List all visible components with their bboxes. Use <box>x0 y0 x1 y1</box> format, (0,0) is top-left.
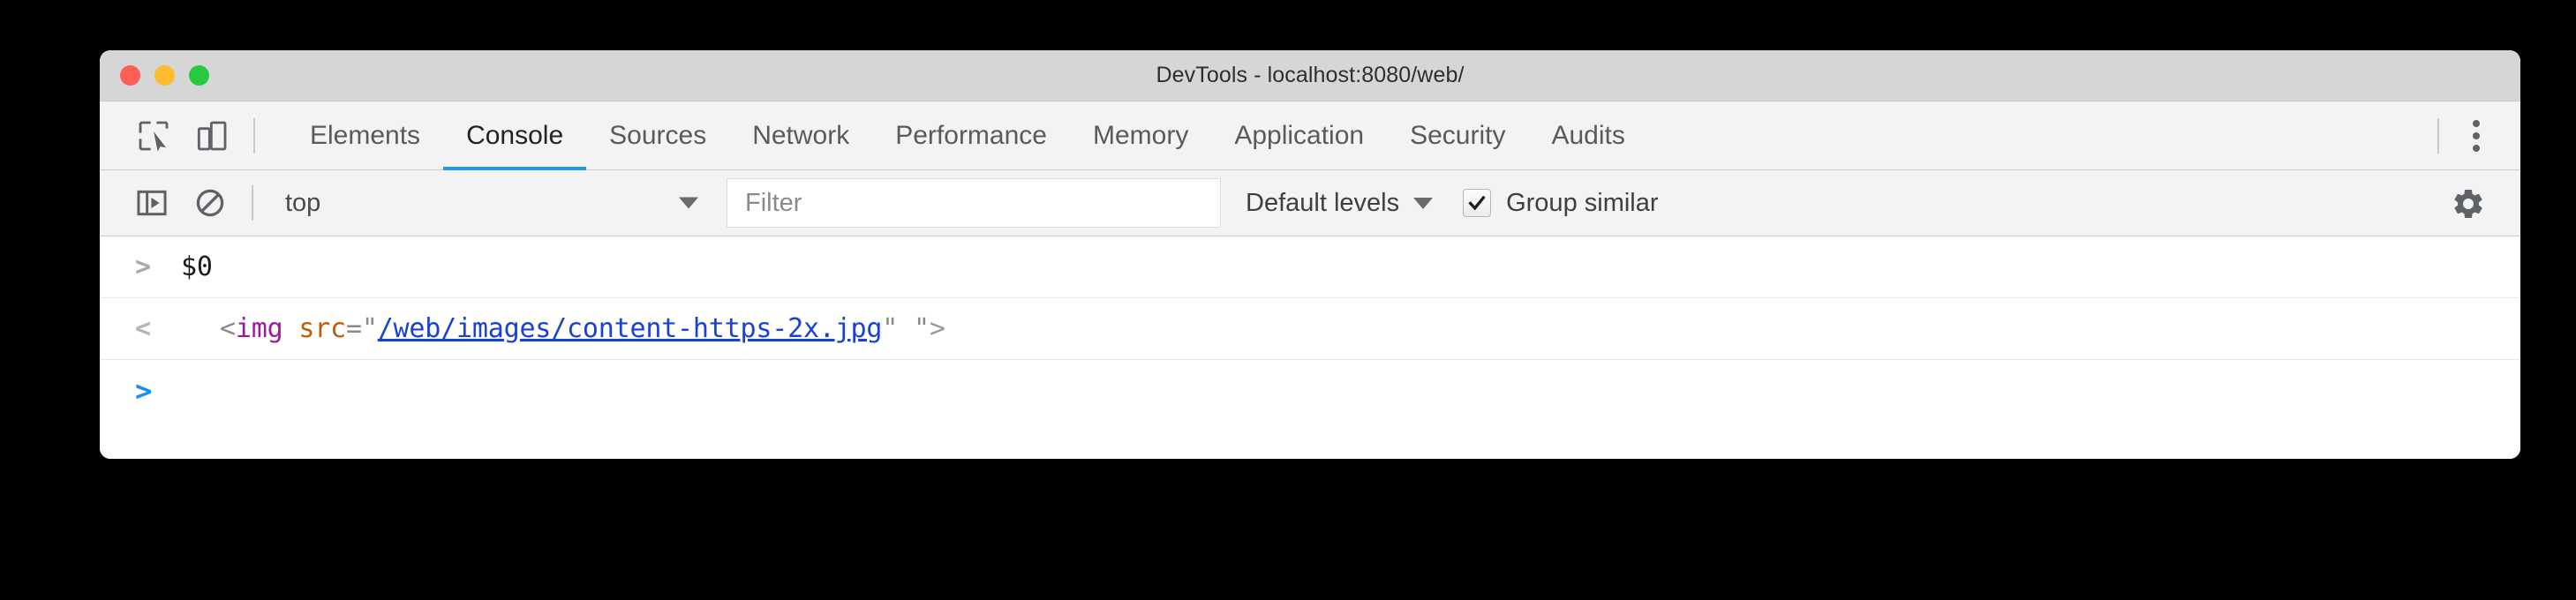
group-similar-checkbox[interactable] <box>1463 189 1492 217</box>
chevron-down-icon <box>679 197 698 209</box>
prompt-icon: > <box>135 374 153 408</box>
console-filter-field[interactable] <box>727 178 1221 228</box>
console-sidebar-icon <box>137 190 167 216</box>
console-output-html: <img src="/web/images/content-https-2x.j… <box>181 313 945 344</box>
search-input[interactable] <box>743 187 1204 219</box>
tab-network[interactable]: Network <box>729 101 872 170</box>
tab-elements[interactable]: Elements <box>287 101 443 170</box>
tab-security[interactable]: Security <box>1387 101 1528 170</box>
execution-context-label: top <box>285 188 321 217</box>
html-quote-extra: " <box>914 313 930 344</box>
chevron-down-icon <box>1413 197 1434 209</box>
traffic-lights <box>120 50 209 101</box>
html-attr-name: src <box>298 313 346 344</box>
tab-bar-divider <box>2437 118 2439 154</box>
gear-icon <box>2454 189 2482 218</box>
html-quote-close: " <box>882 313 899 344</box>
console-prompt-gutter: > <box>123 377 181 405</box>
more-options-icon <box>2473 145 2480 152</box>
group-similar-control[interactable]: Group similar <box>1463 188 1659 218</box>
tab-label: Elements <box>310 120 421 150</box>
log-levels-label: Default levels <box>1246 188 1400 217</box>
console-toolbar-divider <box>252 185 253 221</box>
inspect-element-button[interactable] <box>124 107 183 165</box>
minimize-window-button[interactable] <box>154 65 175 86</box>
panel-tabs: Elements Console Sources Network Perform… <box>287 101 1648 170</box>
zoom-window-button[interactable] <box>189 65 209 86</box>
clear-console-icon <box>196 189 224 217</box>
device-toolbar-icon <box>197 121 227 150</box>
console-input-gutter: > <box>123 251 181 282</box>
tab-audits[interactable]: Audits <box>1528 101 1647 170</box>
log-levels-dropdown[interactable]: Default levels <box>1246 188 1434 218</box>
more-options-icon <box>2473 120 2480 127</box>
tab-label: Sources <box>609 120 707 150</box>
checkmark-icon <box>1468 195 1486 211</box>
title-bar: DevTools - localhost:8080/web/ <box>100 50 2520 101</box>
toolbar-divider <box>253 117 255 154</box>
tab-memory[interactable]: Memory <box>1070 101 1211 170</box>
more-options-icon <box>2473 132 2480 139</box>
devtools-window: DevTools - localhost:8080/web/ Elements … <box>100 50 2520 459</box>
tab-application[interactable]: Application <box>1211 101 1387 170</box>
clear-console-button[interactable] <box>181 174 239 232</box>
console-output-row[interactable]: < <img src="/web/images/content-https-2x… <box>100 298 2520 360</box>
close-window-button[interactable] <box>120 65 140 86</box>
console-toolbar: top Default levels Group similar <box>100 170 2520 236</box>
console-input-expression: $0 <box>181 251 213 282</box>
tab-performance[interactable]: Performance <box>872 101 1070 170</box>
console-output-gutter: < <box>123 312 181 344</box>
html-space-2 <box>898 313 914 344</box>
html-equals: = <box>345 313 362 344</box>
execution-context-selector[interactable]: top <box>273 180 714 226</box>
console-message-list[interactable]: > $0 < <img src="/web/images/content-htt… <box>100 236 2520 459</box>
more-options-button[interactable] <box>2452 109 2501 162</box>
prompt-icon: > <box>135 251 152 282</box>
tab-console[interactable]: Console <box>443 101 587 170</box>
devtools-tab-bar: Elements Console Sources Network Perform… <box>100 101 2520 170</box>
device-toolbar-button[interactable] <box>183 107 241 165</box>
return-value-icon: < <box>135 312 152 344</box>
tab-sources[interactable]: Sources <box>586 101 729 170</box>
tab-label: Memory <box>1092 120 1189 150</box>
html-quote-open: " <box>361 313 378 344</box>
console-prompt-row[interactable]: > <box>100 360 2520 422</box>
tab-label: Performance <box>895 120 1047 150</box>
console-sidebar-toggle-button[interactable] <box>123 174 181 232</box>
tab-label: Security <box>1410 120 1506 150</box>
tab-label: Console <box>466 120 564 150</box>
group-similar-label: Group similar <box>1506 188 1659 217</box>
window-title: DevTools - localhost:8080/web/ <box>1156 63 1465 87</box>
tab-bar-right-controls <box>2425 101 2501 170</box>
tab-label: Network <box>752 120 850 150</box>
html-tag-close: > <box>929 313 945 344</box>
tab-label: Audits <box>1551 120 1625 150</box>
inspect-element-icon <box>139 121 169 152</box>
console-toolbar-right-controls <box>2439 170 2497 236</box>
console-input-row[interactable]: > $0 <box>100 236 2520 298</box>
tab-label: Application <box>1234 120 1365 150</box>
html-tag-name: img <box>235 313 283 344</box>
html-attr-url-link[interactable]: /web/images/content-https-2x.jpg <box>378 313 883 344</box>
settings-button[interactable] <box>2439 175 2497 233</box>
html-space <box>282 313 298 344</box>
html-punctuation: < <box>220 313 236 344</box>
